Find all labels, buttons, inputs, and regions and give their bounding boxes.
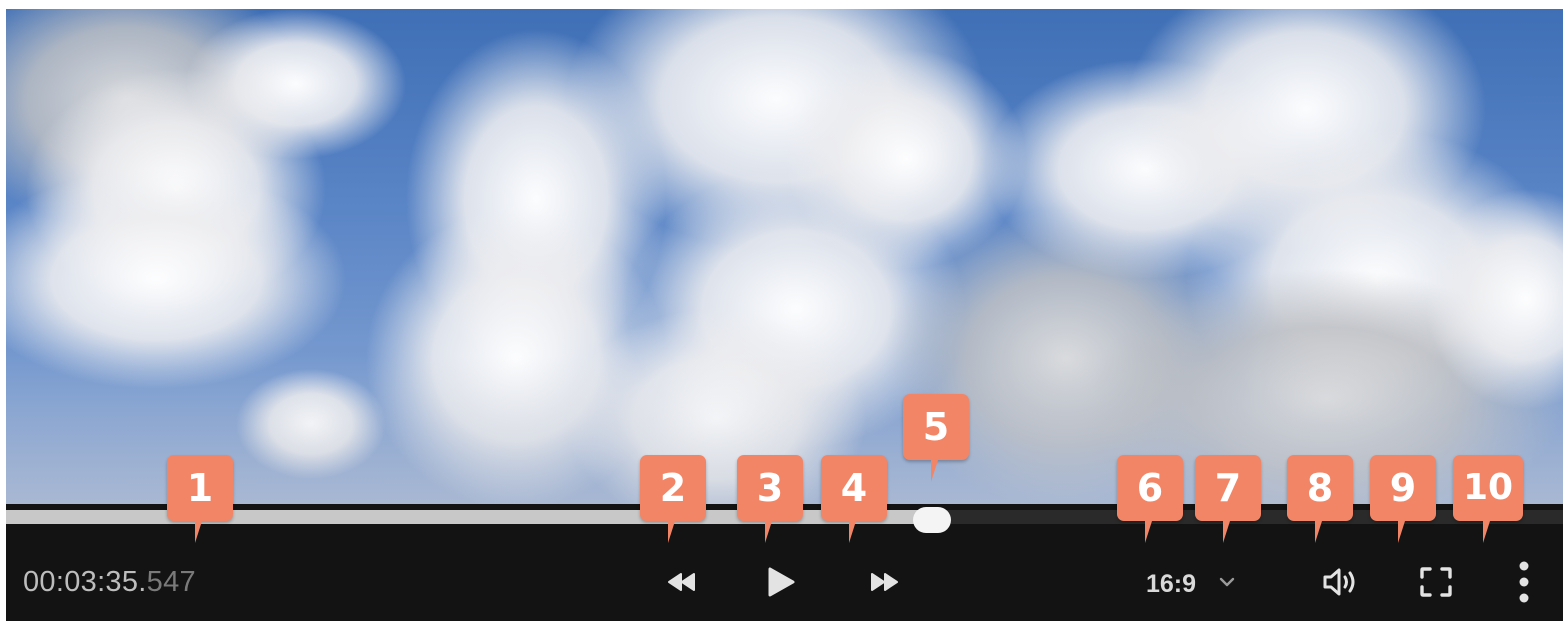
callout-badge: 4: [821, 455, 887, 543]
play-icon: [766, 566, 796, 598]
fullscreen-icon: [1419, 566, 1453, 598]
play-button[interactable]: [758, 559, 804, 605]
rewind-icon: [667, 572, 697, 592]
video-player: 00:03:35.547 16:9 1 2 3 4 5 6 7 8 9 10: [6, 9, 1563, 621]
volume-button[interactable]: [1316, 559, 1366, 605]
more-options-button[interactable]: [1504, 559, 1544, 605]
callout-badge: 1: [167, 455, 233, 543]
volume-icon: [1321, 567, 1361, 597]
chevron-down-icon[interactable]: [1218, 575, 1236, 593]
timecode-milliseconds: 547: [146, 566, 196, 598]
rewind-button[interactable]: [659, 559, 705, 605]
fast-forward-button[interactable]: [861, 559, 907, 605]
control-bar: 00:03:35.547 16:9: [6, 504, 1563, 621]
progress-thumb[interactable]: [913, 507, 951, 533]
callout-badge: 9: [1370, 455, 1436, 543]
callout-badge: 7: [1195, 455, 1261, 543]
cloud: [186, 9, 406, 159]
callout-badge: 10: [1453, 455, 1523, 543]
callout-badge: 6: [1117, 455, 1183, 543]
timecode-main: 00:03:35.: [23, 566, 147, 598]
video-frame[interactable]: [6, 9, 1563, 506]
fast-forward-icon: [869, 572, 899, 592]
callout-badge: 3: [737, 455, 803, 543]
callout-badge: 8: [1287, 455, 1353, 543]
fullscreen-button[interactable]: [1413, 559, 1459, 605]
more-vertical-icon: [1518, 560, 1530, 604]
aspect-ratio-select[interactable]: 16:9: [1146, 564, 1236, 604]
aspect-ratio-value: 16:9: [1146, 569, 1197, 598]
callout-badge: 2: [640, 455, 706, 543]
timecode: 00:03:35.547: [23, 566, 196, 599]
callout-badge: 5: [903, 394, 969, 482]
